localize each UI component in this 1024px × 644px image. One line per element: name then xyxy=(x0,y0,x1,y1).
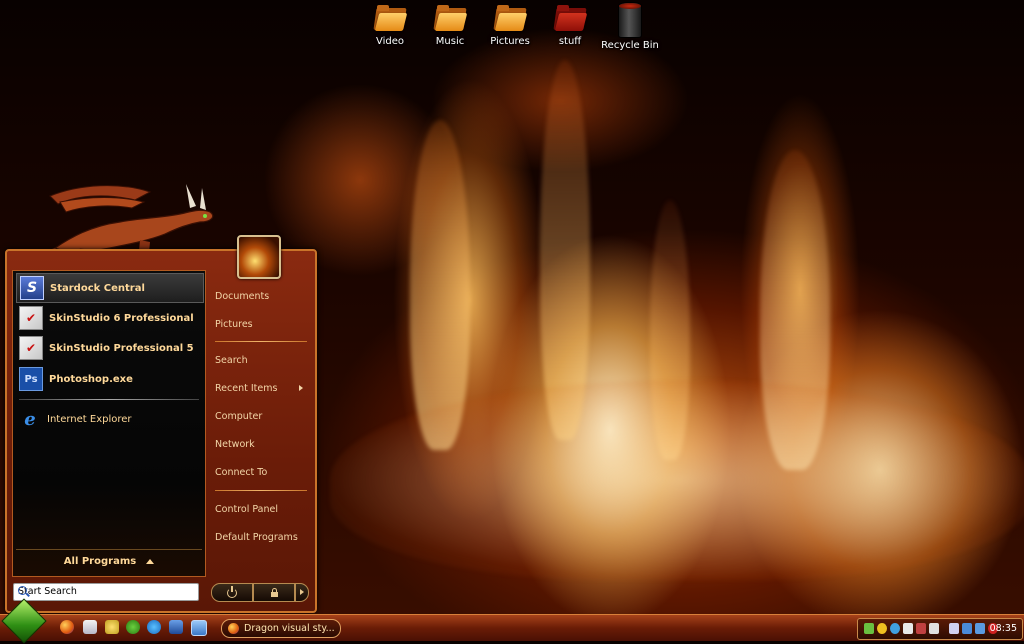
all-programs-button[interactable]: All Programs xyxy=(16,549,202,572)
folder-icon xyxy=(373,4,408,32)
place-search[interactable]: Search xyxy=(215,355,248,366)
desktop-icon-label: Recycle Bin xyxy=(601,40,659,51)
program-skinstudio-6[interactable]: ✔ SkinStudio 6 Professional xyxy=(16,304,202,332)
clock[interactable]: 08:35 xyxy=(990,623,1017,634)
desktop-icon-stuff[interactable]: stuff xyxy=(540,2,600,47)
separator xyxy=(19,399,199,400)
place-connect-to[interactable]: Connect To xyxy=(215,467,267,478)
skinstudio-icon: ✔ xyxy=(19,306,43,330)
program-label: Internet Explorer xyxy=(47,413,132,425)
start-search-input[interactable]: Start Search xyxy=(13,583,199,601)
program-label: Stardock Central xyxy=(50,282,145,294)
desktop-icon-label: Video xyxy=(375,36,405,47)
stardock-icon: S xyxy=(20,276,44,300)
desktop-icon-music[interactable]: Music xyxy=(420,2,480,47)
program-photoshop[interactable]: Ps Photoshop.exe xyxy=(16,365,202,393)
remote-desktop-icon[interactable] xyxy=(169,620,183,634)
taskbar: Dragon visual sty... 08:35 xyxy=(0,598,1024,644)
tray-app-icon[interactable] xyxy=(916,623,926,634)
network-icon[interactable] xyxy=(962,623,972,634)
place-pictures[interactable]: Pictures xyxy=(215,319,253,330)
program-stardock-central[interactable]: S Stardock Central xyxy=(16,273,204,303)
program-internet-explorer[interactable]: e Internet Explorer xyxy=(16,405,202,433)
taskbar-window-button[interactable]: Dragon visual sty... xyxy=(221,619,341,638)
desktop-icon-label: Music xyxy=(435,36,465,47)
recycle-bin-icon xyxy=(618,2,642,38)
desktop-icon-recycle-bin[interactable]: Recycle Bin xyxy=(600,2,660,51)
desktop-icon-label: stuff xyxy=(558,36,582,47)
start-menu-places: Documents Pictures Search Recent Items C… xyxy=(211,251,311,581)
place-default-programs[interactable]: Default Programs xyxy=(215,532,298,543)
search-icon[interactable] xyxy=(18,586,27,595)
firefox-icon xyxy=(228,623,239,634)
all-programs-label: All Programs xyxy=(63,555,137,567)
tools-icon[interactable] xyxy=(105,620,119,634)
shutdown-options-button[interactable] xyxy=(295,583,309,602)
desktop-icon-video[interactable]: Video xyxy=(360,2,420,47)
start-menu: S Stardock Central ✔ SkinStudio 6 Profes… xyxy=(5,235,317,613)
place-computer[interactable]: Computer xyxy=(215,411,262,422)
chevron-right-icon xyxy=(299,385,303,391)
tray-app-icon[interactable] xyxy=(929,623,939,634)
desktop-icon-pictures[interactable]: Pictures xyxy=(480,2,540,47)
tray-user-icon[interactable] xyxy=(864,623,874,634)
photoshop-icon: Ps xyxy=(19,367,43,391)
place-documents[interactable]: Documents xyxy=(215,291,269,302)
skype-icon[interactable] xyxy=(147,620,161,634)
mail-icon[interactable] xyxy=(83,620,97,634)
program-label: SkinStudio 6 Professional xyxy=(49,312,194,324)
show-desktop-icon[interactable] xyxy=(191,620,207,636)
separator xyxy=(215,341,307,342)
system-tray: 08:35 xyxy=(857,618,1023,640)
folder-icon xyxy=(493,4,528,32)
firefox-icon[interactable] xyxy=(60,620,74,634)
internet-explorer-icon: e xyxy=(24,408,36,430)
start-menu-programs-pane: S Stardock Central ✔ SkinStudio 6 Profes… xyxy=(12,270,206,577)
tray-app-icon[interactable] xyxy=(975,623,985,634)
arrow-up-icon xyxy=(146,558,155,564)
skinstudio-icon: ✔ xyxy=(19,336,43,360)
tray-app-icon[interactable] xyxy=(949,623,959,634)
place-network[interactable]: Network xyxy=(215,439,255,450)
messenger-icon[interactable] xyxy=(126,620,140,634)
program-label: Photoshop.exe xyxy=(49,373,133,385)
lock-icon xyxy=(270,587,278,597)
flame-decoration xyxy=(330,380,1024,580)
place-recent-items[interactable]: Recent Items xyxy=(215,383,277,394)
program-skinstudio-5[interactable]: ✔ SkinStudio Professional 5 xyxy=(16,334,202,362)
tray-app-icon[interactable] xyxy=(890,623,900,634)
tray-app-icon[interactable] xyxy=(903,623,913,634)
place-control-panel[interactable]: Control Panel xyxy=(215,504,278,515)
lock-button[interactable] xyxy=(253,583,295,602)
separator xyxy=(215,490,307,491)
program-label: SkinStudio Professional 5 xyxy=(49,342,194,354)
folder-icon xyxy=(433,4,468,32)
tray-app-icon[interactable] xyxy=(877,623,887,634)
taskbar-window-title: Dragon visual sty... xyxy=(244,623,335,634)
folder-red-icon xyxy=(553,4,588,32)
desktop-icon-label: Pictures xyxy=(490,36,530,47)
power-button[interactable] xyxy=(211,583,253,602)
power-icon xyxy=(227,585,237,598)
flame-decoration xyxy=(410,120,470,450)
